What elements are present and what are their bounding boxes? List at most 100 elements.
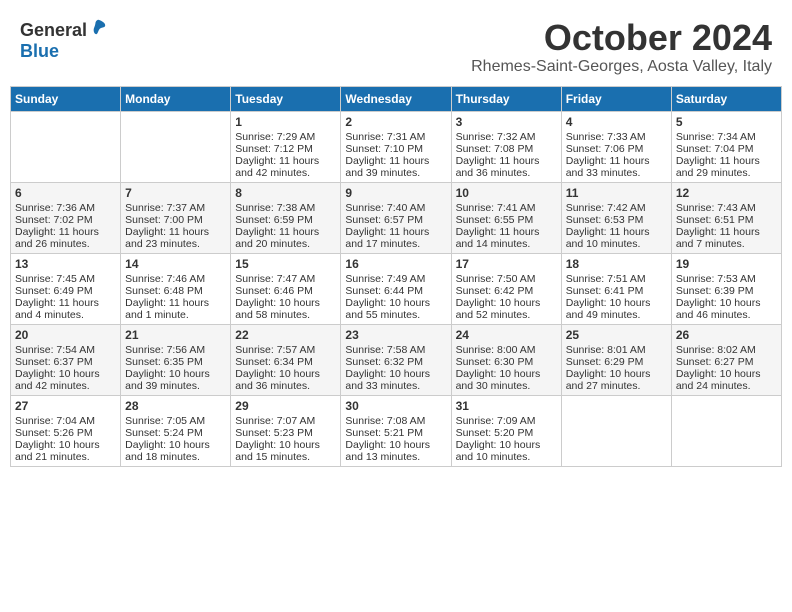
sunset-text: Sunset: 6:42 PM	[456, 285, 534, 297]
daylight-text: Daylight: 10 hours and 27 minutes.	[566, 368, 651, 392]
sunrise-text: Sunrise: 7:29 AM	[235, 131, 315, 143]
day-number: 2	[345, 115, 446, 129]
daylight-text: Daylight: 10 hours and 30 minutes.	[456, 368, 541, 392]
daylight-text: Daylight: 10 hours and 36 minutes.	[235, 368, 320, 392]
sunset-text: Sunset: 6:44 PM	[345, 285, 423, 297]
sunrise-text: Sunrise: 7:33 AM	[566, 131, 646, 143]
day-number: 29	[235, 399, 336, 413]
day-number: 17	[456, 257, 557, 271]
day-number: 18	[566, 257, 667, 271]
cell-w1-d7: 5Sunrise: 7:34 AMSunset: 7:04 PMDaylight…	[671, 111, 781, 182]
sunset-text: Sunset: 6:34 PM	[235, 356, 313, 368]
cell-w3-d1: 13Sunrise: 7:45 AMSunset: 6:49 PMDayligh…	[11, 253, 121, 324]
cell-w2-d6: 11Sunrise: 7:42 AMSunset: 6:53 PMDayligh…	[561, 182, 671, 253]
cell-w2-d7: 12Sunrise: 7:43 AMSunset: 6:51 PMDayligh…	[671, 182, 781, 253]
daylight-text: Daylight: 10 hours and 49 minutes.	[566, 297, 651, 321]
cell-w5-d5: 31Sunrise: 7:09 AMSunset: 5:20 PMDayligh…	[451, 395, 561, 466]
day-number: 12	[676, 186, 777, 200]
daylight-text: Daylight: 10 hours and 10 minutes.	[456, 439, 541, 463]
daylight-text: Daylight: 10 hours and 42 minutes.	[15, 368, 100, 392]
sunrise-text: Sunrise: 7:07 AM	[235, 415, 315, 427]
sunrise-text: Sunrise: 8:02 AM	[676, 344, 756, 356]
daylight-text: Daylight: 10 hours and 15 minutes.	[235, 439, 320, 463]
logo-text-blue: Blue	[20, 41, 59, 61]
sunset-text: Sunset: 6:35 PM	[125, 356, 203, 368]
sunrise-text: Sunrise: 7:57 AM	[235, 344, 315, 356]
daylight-text: Daylight: 10 hours and 46 minutes.	[676, 297, 761, 321]
sunrise-text: Sunrise: 7:09 AM	[456, 415, 536, 427]
day-number: 24	[456, 328, 557, 342]
col-sunday: Sunday	[11, 86, 121, 111]
sunrise-text: Sunrise: 7:05 AM	[125, 415, 205, 427]
sunset-text: Sunset: 7:04 PM	[676, 143, 754, 155]
day-number: 30	[345, 399, 446, 413]
col-saturday: Saturday	[671, 86, 781, 111]
daylight-text: Daylight: 11 hours and 42 minutes.	[235, 155, 319, 179]
sunrise-text: Sunrise: 7:46 AM	[125, 273, 205, 285]
day-number: 5	[676, 115, 777, 129]
sunset-text: Sunset: 6:32 PM	[345, 356, 423, 368]
title-block: October 2024 Rhemes-Saint-Georges, Aosta…	[471, 18, 772, 76]
cell-w1-d5: 3Sunrise: 7:32 AMSunset: 7:08 PMDaylight…	[451, 111, 561, 182]
sunset-text: Sunset: 6:41 PM	[566, 285, 644, 297]
col-wednesday: Wednesday	[341, 86, 451, 111]
page-header: General Blue October 2024 Rhemes-Saint-G…	[10, 10, 782, 80]
calendar-header-row: Sunday Monday Tuesday Wednesday Thursday…	[11, 86, 782, 111]
daylight-text: Daylight: 10 hours and 24 minutes.	[676, 368, 761, 392]
sunset-text: Sunset: 6:49 PM	[15, 285, 93, 297]
daylight-text: Daylight: 10 hours and 21 minutes.	[15, 439, 100, 463]
day-number: 25	[566, 328, 667, 342]
cell-w5-d3: 29 Sunrise: 7:07 AMSunset: 5:23 PMDayligh…	[231, 395, 341, 466]
col-monday: Monday	[121, 86, 231, 111]
sunrise-text: Sunrise: 7:08 AM	[345, 415, 425, 427]
sunset-text: Sunset: 7:00 PM	[125, 214, 203, 226]
sunset-text: Sunset: 6:59 PM	[235, 214, 313, 226]
sunrise-text: Sunrise: 7:04 AM	[15, 415, 95, 427]
month-title: October 2024	[471, 18, 772, 58]
day-number: 15	[235, 257, 336, 271]
sunrise-text: Sunrise: 7:34 AM	[676, 131, 756, 143]
sunset-text: Sunset: 7:06 PM	[566, 143, 644, 155]
cell-w1-d6: 4 Sunrise: 7:33 AMSunset: 7:06 PMDaylight…	[561, 111, 671, 182]
sunset-text: Sunset: 6:37 PM	[15, 356, 93, 368]
sunrise-text: Sunrise: 7:42 AM	[566, 202, 646, 214]
day-number: 20	[15, 328, 116, 342]
week-row-5: 27Sunrise: 7:04 AMSunset: 5:26 PMDayligh…	[11, 395, 782, 466]
daylight-text: Daylight: 11 hours and 33 minutes.	[566, 155, 650, 179]
daylight-text: Daylight: 11 hours and 4 minutes.	[15, 297, 99, 321]
sunset-text: Sunset: 7:08 PM	[456, 143, 534, 155]
daylight-text: Daylight: 10 hours and 52 minutes.	[456, 297, 541, 321]
cell-w5-d2: 28Sunrise: 7:05 AMSunset: 5:24 PMDayligh…	[121, 395, 231, 466]
sunrise-text: Sunrise: 8:00 AM	[456, 344, 536, 356]
daylight-text: Daylight: 10 hours and 39 minutes.	[125, 368, 210, 392]
daylight-text: Daylight: 11 hours and 14 minutes.	[456, 226, 540, 250]
cell-w4-d2: 21Sunrise: 7:56 AMSunset: 6:35 PMDayligh…	[121, 324, 231, 395]
daylight-text: Daylight: 10 hours and 18 minutes.	[125, 439, 210, 463]
day-number: 14	[125, 257, 226, 271]
daylight-text: Daylight: 10 hours and 58 minutes.	[235, 297, 320, 321]
day-number: 7	[125, 186, 226, 200]
daylight-text: Daylight: 11 hours and 17 minutes.	[345, 226, 429, 250]
cell-w2-d1: 6Sunrise: 7:36 AMSunset: 7:02 PMDaylight…	[11, 182, 121, 253]
sunset-text: Sunset: 6:57 PM	[345, 214, 423, 226]
sunrise-text: Sunrise: 8:01 AM	[566, 344, 646, 356]
daylight-text: Daylight: 11 hours and 7 minutes.	[676, 226, 760, 250]
cell-w4-d1: 20Sunrise: 7:54 AMSunset: 6:37 PMDayligh…	[11, 324, 121, 395]
sunset-text: Sunset: 6:51 PM	[676, 214, 754, 226]
week-row-4: 20Sunrise: 7:54 AMSunset: 6:37 PMDayligh…	[11, 324, 782, 395]
logo-text-general: General	[20, 20, 87, 40]
cell-w3-d6: 18Sunrise: 7:51 AMSunset: 6:41 PMDayligh…	[561, 253, 671, 324]
cell-w4-d5: 24Sunrise: 8:00 AMSunset: 6:30 PMDayligh…	[451, 324, 561, 395]
day-number: 28	[125, 399, 226, 413]
cell-w5-d7	[671, 395, 781, 466]
cell-w4-d3: 22Sunrise: 7:57 AMSunset: 6:34 PMDayligh…	[231, 324, 341, 395]
day-number: 4	[566, 115, 667, 129]
sunset-text: Sunset: 7:02 PM	[15, 214, 93, 226]
sunset-text: Sunset: 6:29 PM	[566, 356, 644, 368]
daylight-text: Daylight: 11 hours and 1 minute.	[125, 297, 209, 321]
sunrise-text: Sunrise: 7:38 AM	[235, 202, 315, 214]
sunrise-text: Sunrise: 7:58 AM	[345, 344, 425, 356]
sunset-text: Sunset: 6:46 PM	[235, 285, 313, 297]
sunset-text: Sunset: 5:23 PM	[235, 427, 313, 439]
week-row-1: 1Sunrise: 7:29 AMSunset: 7:12 PMDaylight…	[11, 111, 782, 182]
